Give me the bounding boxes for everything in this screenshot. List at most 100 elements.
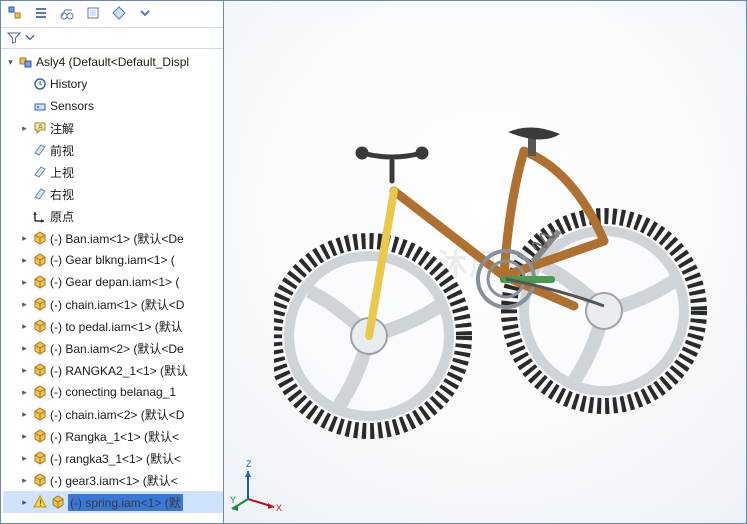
- tree-item[interactable]: ▸ (-) gear3.iam<1> (默认<: [3, 469, 223, 491]
- expand-toggle[interactable]: [19, 211, 30, 222]
- expand-toggle[interactable]: ▸: [19, 255, 30, 266]
- tree-item[interactable]: 前视: [3, 139, 223, 161]
- graphics-viewport[interactable]: 沐风网: [224, 1, 746, 523]
- tree-item-label: (-) chain.iam<1> (默认<D: [50, 296, 184, 313]
- expand-toggle[interactable]: ▸: [19, 343, 30, 354]
- expand-toggle[interactable]: ▸: [19, 431, 30, 442]
- feature-tree[interactable]: ▾ Asly4 (Default<Default_Displ History Se…: [1, 49, 223, 523]
- tree-item[interactable]: Sensors: [3, 95, 223, 117]
- tree-item[interactable]: History: [3, 73, 223, 95]
- svg-text:!: !: [39, 498, 42, 508]
- expand-toggle[interactable]: [19, 145, 30, 156]
- tree-item[interactable]: ▸ (-) conecting belanag_1: [3, 381, 223, 403]
- tree-item[interactable]: ▸ (-) to pedal.iam<1> (默认: [3, 315, 223, 337]
- axis-x-label: X: [276, 503, 282, 513]
- tab-display-icon[interactable]: [108, 2, 130, 24]
- part-icon: [32, 296, 48, 312]
- tree-item-label: Sensors: [50, 99, 94, 113]
- tree-item-label: 上视: [50, 164, 74, 181]
- tree-item-label: 原点: [50, 208, 74, 225]
- plane-icon: [32, 142, 48, 158]
- part-icon: [50, 494, 66, 510]
- tab-motion-icon[interactable]: [56, 2, 78, 24]
- tree-root-label: Asly4 (Default<Default_Displ: [36, 55, 189, 69]
- tree-item[interactable]: ▸ (-) Rangka_1<1> (默认<: [3, 425, 223, 447]
- expand-toggle[interactable]: ▸: [19, 123, 30, 134]
- tree-item-label: 前视: [50, 142, 74, 159]
- tree-item[interactable]: 右视: [3, 183, 223, 205]
- tree-item-label: (-) spring.iam<1> (默: [68, 494, 183, 511]
- expand-toggle[interactable]: ▸: [19, 453, 30, 464]
- expand-toggle[interactable]: [19, 189, 30, 200]
- axis-z-label: Z: [246, 459, 252, 469]
- assembly-icon: [18, 54, 34, 70]
- tree-item[interactable]: ▸ (-) chain.iam<2> (默认<D: [3, 403, 223, 425]
- part-icon: [32, 252, 48, 268]
- expand-toggle[interactable]: ▸: [19, 365, 30, 376]
- sensors-icon: [32, 98, 48, 114]
- tree-item[interactable]: ▸A注解: [3, 117, 223, 139]
- tree-filter[interactable]: [1, 27, 223, 49]
- tree-item[interactable]: 上视: [3, 161, 223, 183]
- tree-item[interactable]: 原点: [3, 205, 223, 227]
- expand-toggle[interactable]: ▸: [19, 233, 30, 244]
- expand-toggle[interactable]: [19, 167, 30, 178]
- tree-item-label: (-) Ban.iam<1> (默认<De: [50, 230, 184, 247]
- expand-toggle[interactable]: ▸: [19, 497, 30, 508]
- expand-toggle[interactable]: ▸: [19, 387, 30, 398]
- part-icon: [32, 384, 48, 400]
- tree-item[interactable]: ▸ (-) Ban.iam<2> (默认<De: [3, 337, 223, 359]
- tree-item[interactable]: ▸! (-) spring.iam<1> (默: [3, 491, 223, 513]
- tree-item[interactable]: ▸ (-) Gear depan.iam<1> (: [3, 271, 223, 293]
- tree-item-label: (-) Ban.iam<2> (默认<De: [50, 340, 184, 357]
- expand-toggle[interactable]: [19, 79, 30, 90]
- expand-toggle[interactable]: ▸: [19, 409, 30, 420]
- tree-item[interactable]: ▸ (-) rangka3_1<1> (默认<: [3, 447, 223, 469]
- part-icon: [32, 340, 48, 356]
- tree-root[interactable]: ▾ Asly4 (Default<Default_Displ: [3, 51, 223, 73]
- tree-item[interactable]: ▸ (-) Gear blkng.iam<1> (: [3, 249, 223, 271]
- tab-list-icon[interactable]: [30, 2, 52, 24]
- part-icon: [32, 274, 48, 290]
- tab-assembly-icon[interactable]: [4, 2, 26, 24]
- part-icon: [32, 450, 48, 466]
- part-icon: [32, 230, 48, 246]
- axis-y-label: Y: [230, 495, 236, 505]
- origin-icon: [32, 208, 48, 224]
- expand-toggle[interactable]: [19, 101, 30, 112]
- part-icon: [32, 406, 48, 422]
- tree-item-label: (-) Gear blkng.iam<1> (: [50, 253, 175, 267]
- part-icon: [32, 362, 48, 378]
- tree-item-label: (-) chain.iam<2> (默认<D: [50, 406, 184, 423]
- tree-item-label: (-) to pedal.iam<1> (默认: [50, 318, 183, 335]
- expand-toggle[interactable]: ▸: [19, 321, 30, 332]
- model-bicycle[interactable]: [274, 81, 714, 441]
- tree-item-label: (-) gear3.iam<1> (默认<: [50, 472, 178, 489]
- tree-item-label: (-) Gear depan.iam<1> (: [50, 275, 179, 289]
- tab-config-icon[interactable]: [82, 2, 104, 24]
- tree-item-label: (-) RANGKA2_1<1> (默认: [50, 362, 188, 379]
- tree-item-label: (-) conecting belanag_1: [50, 385, 176, 399]
- tree-item-label: (-) Rangka_1<1> (默认<: [50, 428, 179, 445]
- tab-dropdown-icon[interactable]: [134, 2, 156, 24]
- orientation-triad[interactable]: Z X Y: [228, 457, 288, 517]
- funnel-icon: [7, 31, 21, 45]
- tree-item[interactable]: ▸ (-) chain.iam<1> (默认<D: [3, 293, 223, 315]
- expand-toggle[interactable]: ▸: [19, 277, 30, 288]
- expand-toggle[interactable]: ▸: [19, 299, 30, 310]
- expand-toggle[interactable]: ▸: [19, 475, 30, 486]
- part-icon: [32, 428, 48, 444]
- feature-tree-toolstrip: [4, 2, 156, 24]
- expand-toggle[interactable]: ▾: [5, 57, 16, 68]
- tree-item[interactable]: ▸ (-) Ban.iam<1> (默认<De: [3, 227, 223, 249]
- part-icon: [32, 318, 48, 334]
- warn-icon: !: [32, 494, 48, 510]
- annot-icon: A: [32, 120, 48, 136]
- tree-item[interactable]: ▸ (-) RANGKA2_1<1> (默认: [3, 359, 223, 381]
- tree-item-label: History: [50, 77, 87, 91]
- plane-icon: [32, 164, 48, 180]
- tree-item-label: (-) rangka3_1<1> (默认<: [50, 450, 181, 467]
- chevron-down-icon: [23, 31, 37, 45]
- feature-tree-panel: ▾ Asly4 (Default<Default_Displ History Se…: [1, 1, 224, 523]
- tree-item-label: 右视: [50, 186, 74, 203]
